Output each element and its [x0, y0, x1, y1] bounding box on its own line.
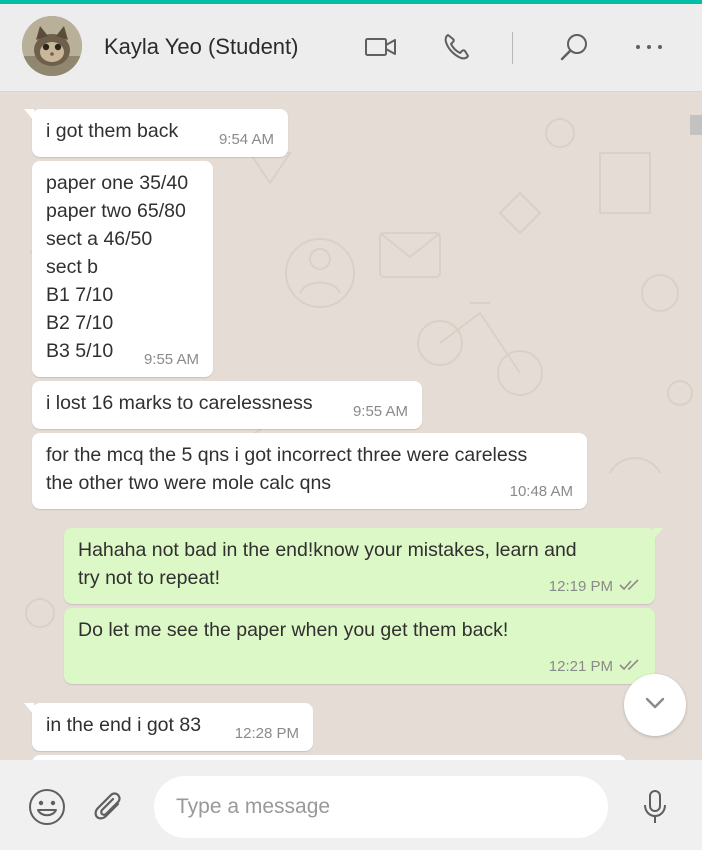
avatar[interactable]	[22, 16, 82, 76]
contact-name[interactable]: Kayla Yeo (Student)	[104, 34, 298, 60]
message-text: paper one 35/40 paper two 65/80 sect a 4…	[46, 172, 189, 362]
message-bubble-incoming[interactable]: i lost 16 marks to carelessness 9:55 AM	[32, 381, 422, 429]
message-list[interactable]: i got them back 9:54 AM paper one 35/40 …	[0, 93, 702, 760]
message-bubble-outgoing[interactable]: Hahaha not bad in the end!know your mist…	[64, 528, 663, 604]
bubble-tail	[24, 703, 34, 715]
message-input-placeholder: Type a message	[176, 795, 331, 818]
attach-paperclip-icon[interactable]	[90, 788, 130, 828]
message-time: 9:55 AM	[352, 403, 408, 420]
message-bubble-incoming[interactable]: in the end i got 83 12:28 PM	[24, 703, 313, 751]
chevron-down-icon	[644, 696, 666, 715]
message-time: 12:19 PM	[549, 578, 641, 596]
chat-header: Kayla Yeo (Student)	[0, 4, 702, 92]
message-time: 10:48 AM	[509, 483, 573, 500]
message-time: 9:54 AM	[218, 131, 274, 148]
read-receipt-icon	[619, 578, 641, 596]
read-receipt-icon	[619, 658, 641, 676]
bubble-tail	[653, 528, 663, 540]
message-time: 9:55 AM	[143, 351, 199, 368]
search-icon[interactable]	[556, 30, 592, 66]
message-time: 12:21 PM	[549, 658, 641, 676]
message-bubble-incoming[interactable]: i got them back 9:54 AM	[24, 109, 288, 157]
emoji-icon[interactable]	[26, 786, 68, 828]
message-bubble-outgoing[interactable]: Do let me see the paper when you get the…	[64, 608, 655, 684]
microphone-icon[interactable]	[636, 786, 674, 828]
scrollbar-thumb[interactable]	[690, 115, 702, 135]
message-time: 12:28 PM	[234, 725, 299, 742]
phone-icon[interactable]	[440, 30, 474, 64]
scroll-to-bottom-button[interactable]	[624, 674, 686, 736]
message-text: Do let me see the paper when you get the…	[78, 619, 509, 641]
message-text: for the mcq the 5 qns i got incorrect th…	[46, 444, 528, 494]
message-input[interactable]: Type a message	[154, 776, 608, 838]
more-options-icon[interactable]	[632, 36, 666, 58]
message-bubble-incoming[interactable]: paper one 35/40 paper two 65/80 sect a 4…	[32, 161, 213, 377]
header-divider	[512, 32, 513, 64]
video-camera-icon[interactable]	[362, 32, 400, 62]
message-composer: Type a message	[0, 760, 702, 850]
message-bubble-incoming[interactable]: for the mcq the 5 qns i got incorrect th…	[32, 433, 587, 509]
bubble-tail	[24, 109, 34, 121]
